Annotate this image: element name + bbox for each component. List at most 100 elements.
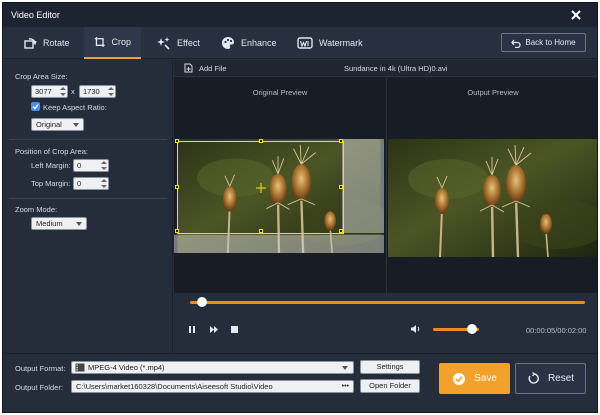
tab-rotate-label: Rotate (43, 38, 70, 48)
effect-icon (157, 37, 170, 50)
crop-width-value: 3077 (35, 87, 52, 96)
window-title: Video Editor (11, 10, 60, 20)
crop-width-input[interactable]: 3077 (31, 85, 68, 98)
output-format-value: MPEG-4 Video (*.mp4) (88, 363, 165, 372)
crop-handle-top[interactable] (259, 139, 263, 143)
crop-handle-top-left[interactable] (175, 139, 179, 143)
playback-time: 00:00:05/00:02:00 (526, 326, 587, 335)
top-margin-label: Top Margin: (31, 179, 71, 188)
back-to-home-button[interactable]: Back to Home (501, 33, 586, 52)
checkmark-circle-icon (453, 372, 466, 385)
keep-aspect-checkbox[interactable] (31, 102, 40, 111)
save-button[interactable]: Save (439, 363, 510, 394)
original-preview-title: Original Preview (252, 88, 308, 97)
close-icon[interactable] (569, 8, 583, 22)
crop-handle-right[interactable] (339, 185, 343, 189)
crop-handle-top-right[interactable] (339, 139, 343, 143)
volume-icon[interactable] (410, 324, 422, 334)
preview-area: Add File Sundance in 4k (Ultra HD)0.avi … (174, 60, 598, 353)
tab-watermark-label: Watermark (319, 38, 363, 48)
back-arrow-icon (511, 39, 522, 48)
editor-toolbar: Rotate Crop Effect Enhance Watermark Bac… (3, 27, 597, 59)
section-divider (9, 198, 167, 199)
output-format-label: Output Format: (15, 364, 66, 373)
browse-dots-button[interactable]: ••• (342, 381, 349, 392)
output-format-select[interactable]: MPEG-4 Video (*.mp4) (71, 361, 354, 374)
tab-crop-label: Crop (111, 37, 131, 47)
height-spinner-arrows-icon[interactable] (108, 87, 114, 96)
crop-settings-panel: Crop Area Size: 3077 x 1730 Keep Aspect … (3, 60, 173, 353)
tab-effect[interactable]: Effect (147, 27, 210, 59)
back-to-home-label: Back to Home (525, 38, 576, 47)
output-folder-path: C:\Users\market160328\Documents\Aiseesof… (76, 382, 273, 391)
chevron-down-icon (73, 123, 79, 127)
crop-area-size-label: Crop Area Size: (15, 72, 68, 81)
left-margin-input[interactable]: 0 (73, 159, 109, 172)
top-margin-input[interactable]: 0 (73, 177, 109, 190)
output-video-frame (387, 139, 598, 257)
reset-icon (528, 372, 539, 384)
crop-frame[interactable] (175, 139, 344, 234)
aspect-ratio-select[interactable]: Original (31, 118, 84, 131)
top-margin-value: 0 (77, 179, 82, 188)
crop-position-label: Position of Crop Area: (15, 147, 88, 156)
video-format-icon (75, 363, 85, 372)
preview-header: Add File Sundance in 4k (Ultra HD)0.avi (174, 60, 597, 77)
seek-handle[interactable] (196, 297, 207, 307)
left-margin-label: Left Margin: (31, 161, 71, 170)
file-name: Sundance in 4k (Ultra HD)0.avi (344, 64, 448, 73)
checkmark-icon (32, 104, 39, 110)
output-preview-title: Output Preview (467, 88, 519, 97)
tab-rotate[interactable]: Rotate (13, 27, 80, 59)
add-file-label: Add File (199, 63, 227, 73)
tab-crop[interactable]: Crop (84, 27, 141, 59)
settings-button[interactable]: Settings (360, 360, 420, 374)
crop-height-input[interactable]: 1730 (79, 85, 116, 98)
chevron-down-icon (342, 366, 348, 370)
tab-watermark[interactable]: Watermark (287, 27, 373, 59)
size-separator: x (71, 87, 75, 96)
keep-aspect-label: Keep Aspect Ratio: (43, 103, 107, 112)
width-spinner-arrows-icon[interactable] (60, 87, 66, 96)
seek-bar[interactable] (190, 301, 585, 304)
tab-enhance-label: Enhance (241, 38, 277, 48)
crop-icon (94, 37, 105, 47)
zoom-mode-select[interactable]: Medium (31, 217, 87, 230)
zoom-mode-value: Medium (36, 219, 63, 228)
crop-handle-left[interactable] (175, 185, 179, 189)
crop-handle-bottom[interactable] (259, 229, 263, 233)
output-folder-input[interactable]: C:\Users\market160328\Documents\Aiseesof… (71, 380, 354, 393)
output-folder-label: Output Folder: (15, 383, 63, 392)
crop-handle-bottom-left[interactable] (175, 229, 179, 233)
fast-forward-icon[interactable] (209, 325, 219, 334)
crop-height-value: 1730 (83, 87, 100, 96)
reset-label: Reset (547, 373, 575, 384)
left-margin-value: 0 (77, 161, 82, 170)
save-label: Save (474, 373, 497, 384)
crop-mask-right (342, 139, 384, 233)
rotate-icon (24, 38, 37, 49)
reset-button[interactable]: Reset (515, 363, 586, 394)
top-margin-spinner-icon[interactable] (101, 179, 107, 188)
video-editor-window: Video Editor Rotate Crop Effect Enhance … (2, 2, 598, 413)
left-margin-spinner-icon[interactable] (101, 161, 107, 170)
zoom-mode-label: Zoom Mode: (15, 205, 58, 214)
add-file-button[interactable]: Add File (184, 63, 227, 73)
tab-effect-label: Effect (177, 38, 200, 48)
aspect-ratio-value: Original (36, 120, 62, 129)
palette-icon (222, 37, 234, 49)
crop-handle-bottom-right[interactable] (339, 229, 343, 233)
chevron-down-icon (76, 222, 82, 226)
add-file-icon (184, 63, 193, 73)
watermark-icon (297, 37, 313, 49)
open-folder-button[interactable]: Open Folder (360, 379, 420, 393)
title-bar: Video Editor (3, 3, 597, 27)
pause-icon[interactable] (188, 325, 196, 334)
player-controls: 00:00:05/00:02:00 (174, 293, 597, 353)
output-bar: Output Format: MPEG-4 Video (*.mp4) Sett… (3, 353, 597, 412)
stop-icon[interactable] (230, 325, 239, 334)
volume-handle[interactable] (467, 324, 478, 334)
tab-enhance[interactable]: Enhance (211, 27, 287, 59)
section-divider (9, 139, 167, 140)
crosshair-icon (256, 183, 266, 193)
